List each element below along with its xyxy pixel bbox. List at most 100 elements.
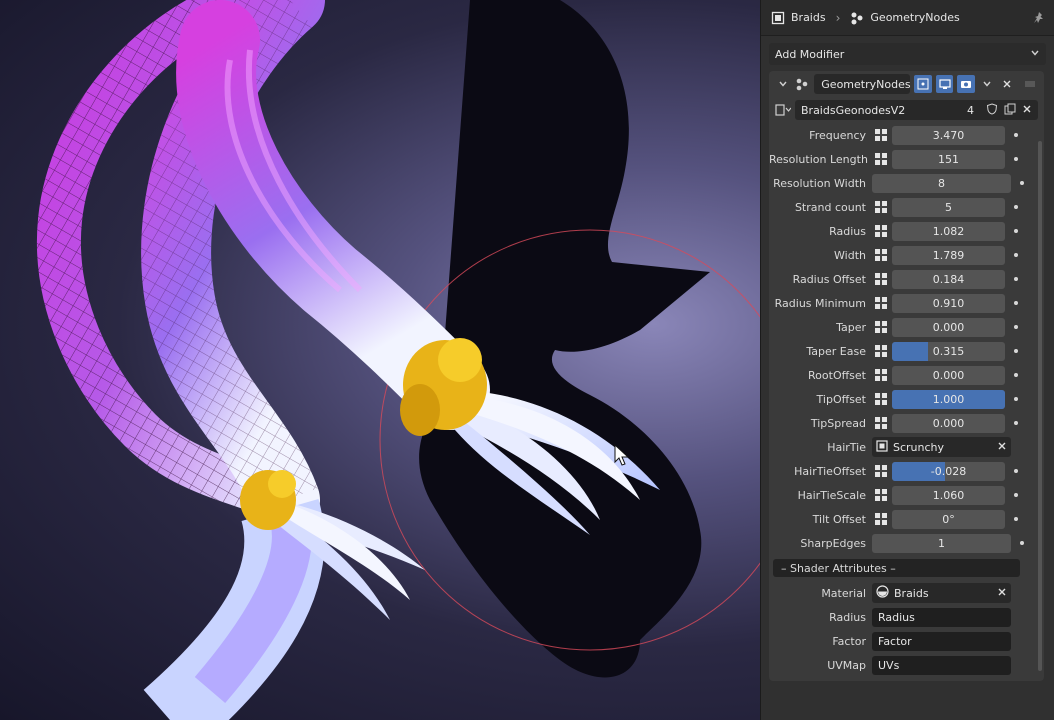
number-field[interactable]: 1.060 <box>892 485 1005 505</box>
number-field[interactable]: 0.000 <box>892 317 1005 337</box>
pin-icon[interactable] <box>1032 11 1046 25</box>
attribute-toggle-icon[interactable] <box>872 270 890 288</box>
prop-value: 0.184 <box>932 272 965 286</box>
hair-tie-lower <box>240 470 296 530</box>
panel-scrollbar[interactable] <box>1038 141 1042 671</box>
breadcrumb-modifier[interactable]: GeometryNodes <box>870 11 959 24</box>
attribute-toggle-icon[interactable] <box>872 198 890 216</box>
keyframe-dot-icon[interactable] <box>1014 325 1018 329</box>
keyframe-dot-icon[interactable] <box>1014 469 1018 473</box>
keyframe-dot-icon[interactable] <box>1014 133 1018 137</box>
clear-close-icon[interactable] <box>997 441 1007 454</box>
number-field[interactable]: 0.000 <box>892 365 1005 385</box>
attribute-toggle-icon[interactable] <box>872 462 890 480</box>
render-toggle-icon[interactable] <box>957 75 976 93</box>
number-field[interactable]: 0.000 <box>892 413 1005 433</box>
number-field[interactable]: 1.789 <box>892 245 1005 265</box>
hairtie-value: Scrunchy <box>893 440 945 454</box>
node-group-selector[interactable]: BraidsGeonodesV2 4 <box>795 100 1038 120</box>
add-modifier-dropdown[interactable]: Add Modifier <box>769 43 1046 65</box>
attribute-toggle-icon[interactable] <box>872 294 890 312</box>
number-field[interactable]: 1.082 <box>892 221 1005 241</box>
keyframe-dot-icon[interactable] <box>1014 421 1018 425</box>
text-field[interactable]: Factor <box>872 631 1011 651</box>
breadcrumb-object[interactable]: Braids <box>791 11 826 24</box>
geometry-nodes-modifier-icon <box>795 76 811 92</box>
prop-label: Tilt Offset <box>812 512 866 526</box>
viewport-toggle-icon[interactable] <box>935 75 954 93</box>
keyframe-dot-icon[interactable] <box>1014 277 1018 281</box>
keyframe-dot-icon[interactable] <box>1014 205 1018 209</box>
text-field[interactable]: Radius <box>872 607 1011 627</box>
number-field[interactable]: 1 <box>872 533 1011 553</box>
number-field[interactable]: 0.910 <box>892 293 1005 313</box>
keyframe-dot-icon[interactable] <box>1014 397 1018 401</box>
attribute-toggle-icon[interactable] <box>872 246 890 264</box>
number-field[interactable]: 151 <box>892 149 1005 169</box>
modifier-menu-chevron-icon[interactable] <box>979 76 995 92</box>
3d-viewport[interactable] <box>0 0 760 720</box>
attribute-toggle-icon[interactable] <box>872 342 890 360</box>
duplicate-icon[interactable] <box>1004 103 1016 118</box>
hairtie-object-field[interactable]: Scrunchy <box>872 437 1011 457</box>
material-value: Braids <box>894 586 929 600</box>
attribute-toggle-icon[interactable] <box>872 414 890 432</box>
attribute-toggle-icon[interactable] <box>872 486 890 504</box>
prop-value: 1.789 <box>932 248 965 262</box>
keyframe-dot-icon[interactable] <box>1020 541 1024 545</box>
prop-row: SharpEdges 1 <box>769 531 1044 555</box>
object-icon <box>876 439 888 455</box>
value-fill <box>892 341 928 361</box>
clear-close-icon[interactable] <box>997 587 1007 600</box>
attribute-toggle-icon[interactable] <box>872 318 890 336</box>
number-field[interactable]: 3.470 <box>892 125 1005 145</box>
prop-row: Factor Factor <box>769 629 1044 653</box>
text-field[interactable]: UVs <box>872 655 1011 675</box>
keyframe-dot-icon[interactable] <box>1014 373 1018 377</box>
prop-value: 0.000 <box>932 320 965 334</box>
prop-row: Taper 0.000 <box>769 315 1044 339</box>
prop-row: UVMap UVs <box>769 653 1044 677</box>
prop-label: Radius <box>829 610 866 624</box>
keyframe-dot-icon[interactable] <box>1014 493 1018 497</box>
prop-value: 151 <box>938 152 959 166</box>
attribute-toggle-icon[interactable] <box>872 366 890 384</box>
node-tree-icon[interactable] <box>775 102 791 118</box>
attribute-toggle-icon[interactable] <box>872 222 890 240</box>
attribute-toggle-icon[interactable] <box>872 150 890 168</box>
prop-value: 1.060 <box>932 488 965 502</box>
attribute-toggle-icon[interactable] <box>872 390 890 408</box>
drag-handle-icon[interactable] <box>1022 76 1038 92</box>
modifier-name-field[interactable]: GeometryNodes <box>814 74 911 94</box>
keyframe-dot-icon[interactable] <box>1014 301 1018 305</box>
unlink-close-icon[interactable] <box>1022 104 1032 117</box>
collapse-chevron-icon[interactable] <box>775 76 791 92</box>
prop-row: Resolution Length 151 <box>769 147 1044 171</box>
geometry-nodes-icon <box>850 11 864 25</box>
keyframe-dot-icon[interactable] <box>1014 157 1018 161</box>
attribute-toggle-icon[interactable] <box>872 510 890 528</box>
keyframe-dot-icon[interactable] <box>1014 253 1018 257</box>
prop-value: 1.000 <box>932 392 965 406</box>
prop-value: 5 <box>945 200 952 214</box>
number-field[interactable]: 0° <box>892 509 1005 529</box>
keyframe-dot-icon[interactable] <box>1014 349 1018 353</box>
prop-row: Radius Offset 0.184 <box>769 267 1044 291</box>
keyframe-dot-icon[interactable] <box>1014 229 1018 233</box>
prop-value: 0° <box>942 512 955 526</box>
number-field[interactable]: 1.000 <box>892 389 1005 409</box>
keyframe-dot-icon[interactable] <box>1014 517 1018 521</box>
number-field[interactable]: -0.028 <box>892 461 1005 481</box>
edit-mode-toggle-icon[interactable] <box>914 75 932 93</box>
material-field[interactable]: Braids <box>872 583 1011 603</box>
number-field[interactable]: 8 <box>872 173 1011 193</box>
number-field[interactable]: 5 <box>892 197 1005 217</box>
number-field[interactable]: 0.315 <box>892 341 1005 361</box>
number-field[interactable]: 0.184 <box>892 269 1005 289</box>
shader-attributes-section[interactable]: – Shader Attributes – <box>773 559 1020 577</box>
remove-modifier-icon[interactable] <box>999 76 1015 92</box>
prop-value: 8 <box>938 176 945 190</box>
keyframe-dot-icon[interactable] <box>1020 181 1024 185</box>
attribute-toggle-icon[interactable] <box>872 126 890 144</box>
fake-user-shield-icon[interactable] <box>986 102 998 118</box>
